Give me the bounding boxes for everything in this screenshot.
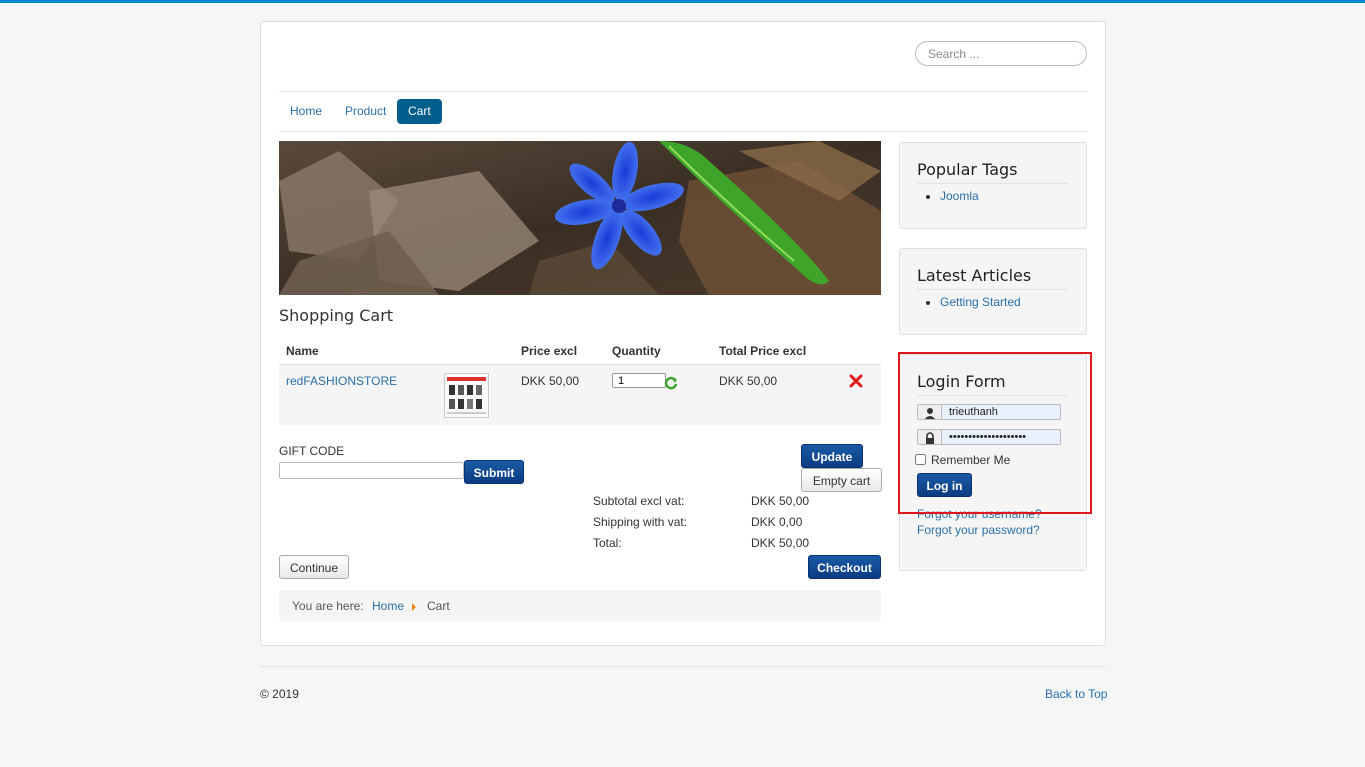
table-header: Name Price excl Quantity Total Price exc…	[279, 337, 881, 365]
quantity-input[interactable]	[612, 373, 666, 388]
popular-tags-list: Joomla	[940, 189, 979, 203]
latest-articles-title: Latest Articles	[917, 266, 1068, 290]
refresh-icon[interactable]	[664, 376, 678, 393]
col-total: Total Price excl	[719, 344, 807, 358]
user-icon	[918, 405, 942, 419]
nav-item-cart[interactable]: Cart	[397, 99, 442, 124]
forgot-password-link[interactable]: Forgot your password?	[917, 523, 1040, 537]
remember-me-checkbox[interactable]	[915, 454, 926, 465]
breadcrumb-prefix: You are here:	[292, 599, 364, 613]
login-module: Login Form Remember Me Log in Forgot you…	[899, 354, 1087, 571]
search-input[interactable]	[915, 41, 1087, 66]
empty-cart-button[interactable]: Empty cart	[801, 468, 882, 492]
breadcrumb-current: Cart	[427, 599, 450, 613]
nav-item-home[interactable]: Home	[279, 99, 333, 124]
shipping-label: Shipping with vat:	[593, 515, 688, 529]
total-label: Total:	[593, 536, 622, 550]
breadcrumb: You are here: Home Cart	[279, 590, 881, 621]
popular-tags-module: Popular Tags Joomla	[899, 142, 1087, 229]
lock-icon	[918, 430, 942, 444]
username-input[interactable]	[943, 405, 1060, 419]
main-nav: Home Product Cart	[279, 91, 1088, 132]
header-banner-image	[279, 141, 881, 295]
grand-total-value: DKK 50,00	[751, 536, 810, 550]
price-value: DKK 50,00	[521, 374, 580, 388]
submit-button[interactable]: Submit	[464, 460, 524, 484]
nav-item-product[interactable]: Product	[334, 99, 397, 124]
latest-articles-module: Latest Articles Getting Started	[899, 248, 1087, 335]
product-thumbnail[interactable]	[444, 373, 489, 418]
list-item: Joomla	[940, 189, 979, 203]
cart-table: Name Price excl Quantity Total Price exc…	[279, 337, 881, 425]
footer-divider	[260, 666, 1106, 667]
update-button[interactable]: Update	[801, 444, 863, 468]
gift-code-label: GIFT CODE	[279, 444, 345, 458]
tag-link-joomla[interactable]: Joomla	[940, 189, 979, 203]
checkout-button[interactable]: Checkout	[808, 555, 881, 579]
subtotal-value: DKK 50,00	[751, 494, 810, 508]
col-quantity: Quantity	[612, 344, 661, 358]
breadcrumb-arrow-icon	[412, 603, 416, 611]
forgot-username-link[interactable]: Forgot your username?	[917, 507, 1042, 521]
password-input[interactable]	[943, 430, 1060, 444]
popular-tags-title: Popular Tags	[917, 160, 1068, 184]
latest-articles-list: Getting Started	[940, 295, 1021, 309]
login-button[interactable]: Log in	[917, 473, 972, 497]
main-container: Home Product Cart	[260, 21, 1106, 646]
copyright: © 2019	[260, 687, 299, 701]
page-title: Shopping Cart	[279, 306, 394, 325]
password-field-wrapper	[917, 429, 1061, 445]
username-field-wrapper	[917, 404, 1061, 420]
col-price: Price excl	[521, 344, 578, 358]
gift-code-input[interactable]	[279, 462, 464, 479]
login-form-title: Login Form	[917, 372, 1068, 396]
breadcrumb-home-link[interactable]: Home	[372, 599, 404, 613]
list-item: Getting Started	[940, 295, 1021, 309]
table-row: redFASHIONSTORE DKK 50,00 1 DKK 50,00	[279, 365, 881, 425]
article-link-getting-started[interactable]: Getting Started	[940, 295, 1021, 309]
col-name: Name	[286, 344, 319, 358]
remove-icon[interactable]	[849, 374, 863, 391]
continue-button[interactable]: Continue	[279, 555, 349, 579]
subtotal-label: Subtotal excl vat:	[593, 494, 685, 508]
back-to-top-link[interactable]: Back to Top	[1045, 687, 1107, 701]
shipping-value: DKK 0,00	[751, 515, 803, 529]
product-link[interactable]: redFASHIONSTORE	[286, 374, 397, 388]
total-value: DKK 50,00	[719, 374, 778, 388]
remember-me-label: Remember Me	[931, 453, 1011, 467]
